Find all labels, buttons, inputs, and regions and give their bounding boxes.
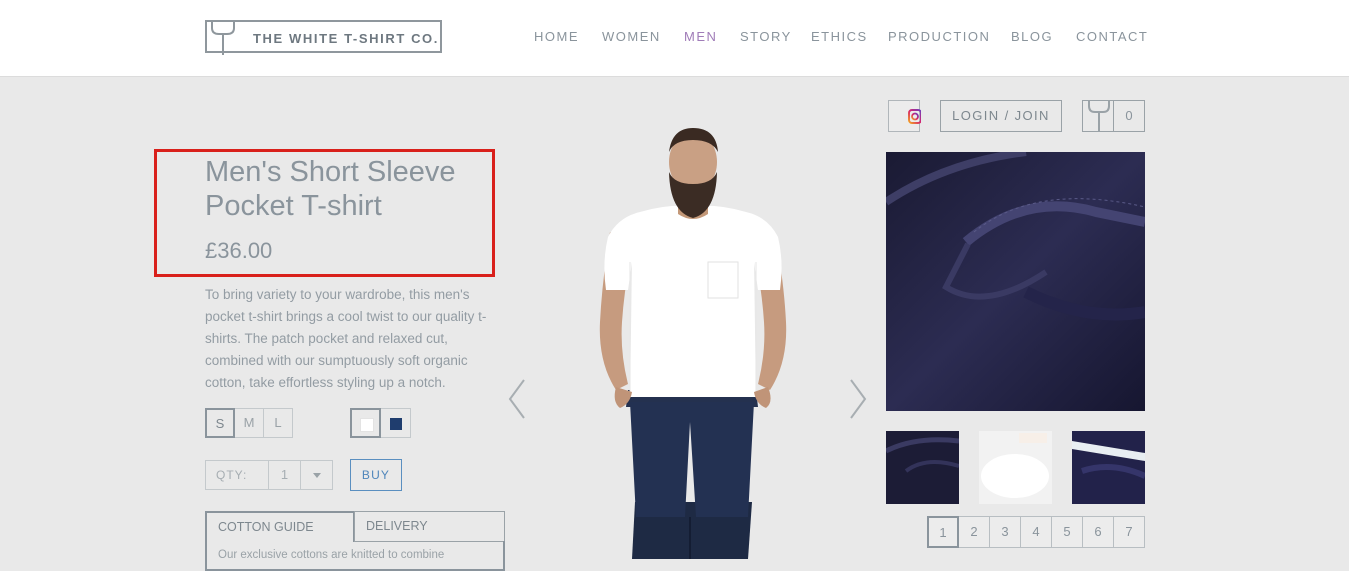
tab-cotton-guide[interactable]: COTTON GUIDE: [205, 511, 355, 542]
qty-dropdown-icon[interactable]: [301, 460, 333, 490]
thumbnail-neck-tape[interactable]: [1072, 431, 1145, 504]
gallery-pagination: 1 2 3 4 5 6 7: [927, 516, 1145, 548]
page-4[interactable]: 4: [1020, 516, 1052, 548]
color-selector: [350, 408, 411, 438]
qty-label: QTY:: [205, 460, 269, 490]
page-6[interactable]: 6: [1082, 516, 1114, 548]
buy-button[interactable]: BUY: [350, 459, 402, 491]
cart-count: 0: [1113, 101, 1144, 131]
page-3[interactable]: 3: [989, 516, 1021, 548]
nav-home[interactable]: HOME: [534, 29, 579, 44]
size-option-m[interactable]: M: [234, 408, 264, 438]
product-main-image: [599, 128, 787, 559]
nav-production[interactable]: PRODUCTION: [888, 29, 990, 44]
chevron-left-icon[interactable]: [507, 379, 527, 419]
brand-logo[interactable]: THE WHITE T-SHIRT CO.: [205, 20, 442, 55]
thumbnail-label[interactable]: [979, 431, 1052, 504]
quantity-selector: QTY: 1: [205, 460, 333, 490]
nav-blog[interactable]: BLOG: [1011, 29, 1053, 44]
page-1[interactable]: 1: [927, 516, 959, 548]
color-option-white[interactable]: [350, 408, 381, 438]
navy-swatch: [390, 418, 402, 430]
page-7[interactable]: 7: [1113, 516, 1145, 548]
product-price: £36.00: [205, 238, 273, 263]
nav-men[interactable]: MEN: [684, 29, 717, 44]
hanger-logo-icon: [211, 22, 235, 55]
qty-value[interactable]: 1: [269, 460, 301, 490]
color-option-navy[interactable]: [380, 408, 411, 438]
instagram-button[interactable]: [888, 100, 922, 132]
page-2[interactable]: 2: [958, 516, 990, 548]
white-swatch: [360, 418, 374, 432]
cart-button[interactable]: 0: [1082, 100, 1145, 132]
info-tabs: COTTON GUIDE DELIVERY Our exclusive cott…: [205, 511, 505, 571]
nav-story[interactable]: STORY: [740, 29, 792, 44]
nav-ethics[interactable]: ETHICS: [811, 29, 868, 44]
nav-women[interactable]: WOMEN: [602, 29, 661, 44]
tab-content: Our exclusive cottons are knitted to com…: [205, 541, 505, 571]
login-join-button[interactable]: LOGIN / JOIN: [940, 100, 1062, 132]
site-header: THE WHITE T-SHIRT CO. HOME WOMEN MEN STO…: [0, 0, 1349, 77]
thumbnail-fabric[interactable]: [886, 431, 959, 504]
page-5[interactable]: 5: [1051, 516, 1083, 548]
fabric-detail-image[interactable]: [886, 152, 1145, 411]
product-title: Men's Short Sleeve Pocket T-shirt: [205, 156, 456, 222]
hanger-cart-icon: [1088, 101, 1110, 131]
instagram-icon: [908, 109, 922, 124]
nav-contact[interactable]: CONTACT: [1076, 29, 1148, 44]
product-description: To bring variety to your wardrobe, this …: [205, 287, 487, 390]
tab-delivery[interactable]: DELIVERY: [354, 511, 505, 542]
size-selector: S M L: [205, 408, 293, 438]
chevron-right-icon[interactable]: [848, 379, 868, 419]
size-option-s[interactable]: S: [205, 408, 235, 438]
size-option-l[interactable]: L: [263, 408, 293, 438]
brand-name: THE WHITE T-SHIRT CO.: [253, 31, 439, 46]
